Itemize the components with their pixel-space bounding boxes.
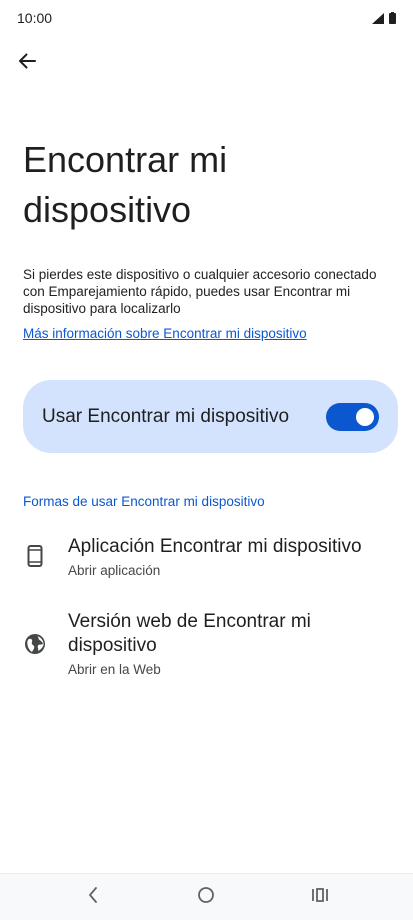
learn-more-link[interactable]: Más información sobre Encontrar mi dispo… (23, 325, 307, 342)
home-nav-button[interactable] (192, 885, 220, 909)
main-toggle-switch[interactable] (326, 403, 379, 431)
main-toggle-label: Usar Encontrar mi dispositivo (42, 406, 290, 427)
list-item-title: Versión web de Encontrar mi dispositivo (68, 611, 311, 656)
list-item-web[interactable]: Versión web de Encontrar mi dispositivo … (0, 605, 413, 685)
back-button[interactable] (11, 47, 43, 79)
battery-icon (389, 11, 396, 29)
globe-icon (23, 632, 47, 656)
switch-thumb (356, 408, 374, 426)
list-item-app[interactable]: Aplicación Encontrar mi dispositivo Abri… (0, 530, 413, 590)
navigation-bar (0, 873, 413, 920)
back-nav-button[interactable] (79, 885, 107, 909)
signal-icon (372, 11, 384, 29)
arrow-back-icon (17, 51, 37, 76)
list-item-subtitle: Abrir en la Web (68, 662, 161, 677)
status-bar: 10:00 (0, 0, 413, 36)
main-toggle-card[interactable]: Usar Encontrar mi dispositivo (23, 380, 398, 453)
phone-icon (23, 544, 47, 568)
section-header: Formas de usar Encontrar mi dispositivo (23, 494, 265, 509)
status-time: 10:00 (17, 10, 53, 26)
back-nav-icon (87, 886, 99, 909)
page-description: Si pierdes este dispositivo o cualquier … (23, 267, 377, 316)
page-title: Encontrar mi dispositivo (23, 139, 228, 230)
recents-nav-icon (311, 887, 329, 908)
status-icons (372, 11, 396, 29)
screen: 10:00 Encontrar mi dispositivo Si pierde… (0, 0, 413, 920)
recents-nav-button[interactable] (306, 885, 334, 909)
list-item-title: Aplicación Encontrar mi dispositivo (68, 536, 362, 557)
home-nav-icon (197, 886, 215, 909)
list-item-subtitle: Abrir aplicación (68, 563, 161, 578)
